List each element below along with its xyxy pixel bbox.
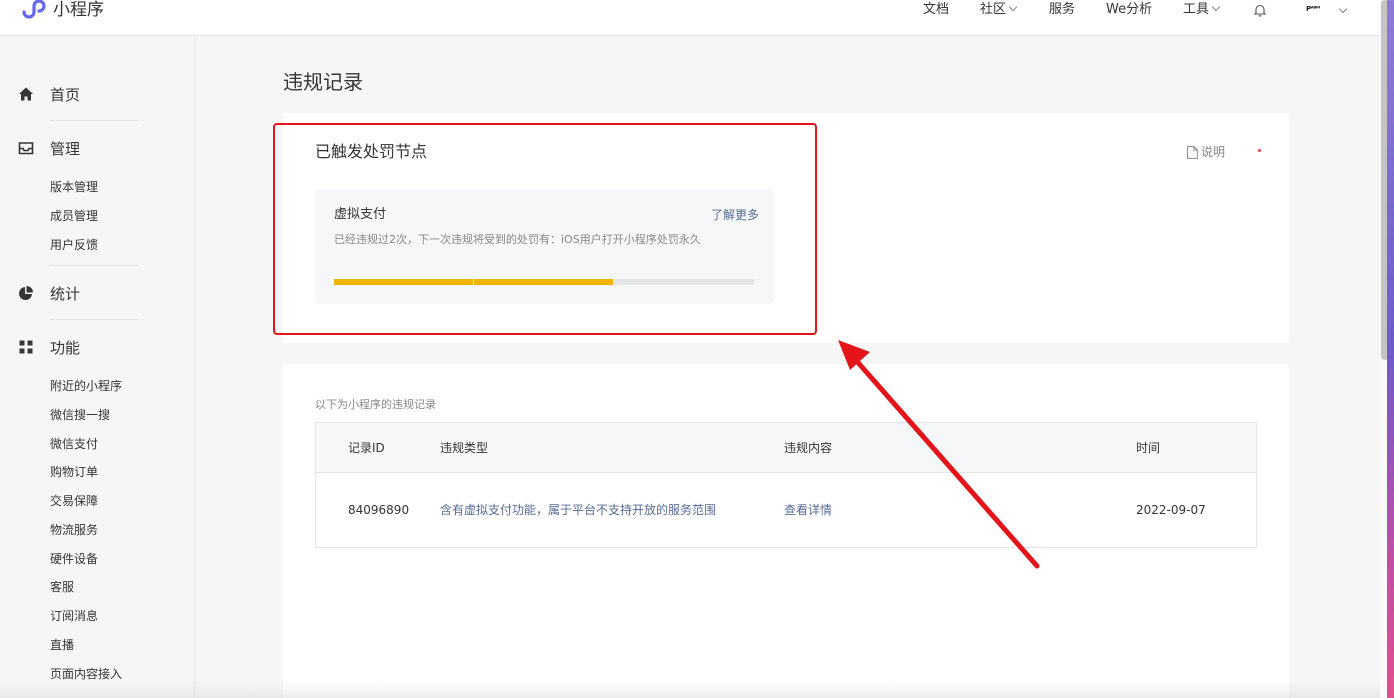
divider (50, 265, 138, 266)
grid-icon (19, 340, 33, 354)
sidebar-item-page-content-access[interactable]: 页面内容接入 (50, 667, 122, 681)
cell-record-id: 84096890 (348, 503, 410, 517)
sidebar-item-wechat-search[interactable]: 微信搜一搜 (50, 408, 110, 422)
view-details-link[interactable]: 查看详情 (784, 502, 832, 518)
sidebar-item-shopping-orders[interactable]: 购物订单 (50, 465, 98, 479)
sidebar-item-transaction-guarantee[interactable]: 交易保障 (50, 494, 98, 508)
sidebar-item-subscription-messages[interactable]: 订阅消息 (50, 609, 98, 623)
top-bar: 小程序 文档 社区 服务 We分析 工具 Pᴬᴵᴵᴹ (0, 0, 1380, 36)
account-chevron-down-icon[interactable] (1338, 4, 1348, 14)
sidebar-item-hardware[interactable]: 硬件设备 (50, 552, 98, 566)
sidebar-item-user-feedback[interactable]: 用户反馈 (50, 238, 98, 252)
explain-link[interactable]: 说明 (1187, 144, 1225, 160)
mini-program-logo-icon[interactable] (20, 0, 46, 22)
cell-time: 2022-09-07 (1136, 503, 1206, 517)
notification-dot (1258, 149, 1261, 152)
column-header-violation-type: 违规类型 (440, 441, 489, 455)
chevron-down-icon (1008, 2, 1018, 12)
app-name[interactable]: 小程序 (53, 0, 104, 21)
bell-icon[interactable] (1253, 3, 1267, 17)
column-header-violation-content: 违规内容 (784, 441, 833, 455)
nav-tools[interactable]: 工具 (1183, 2, 1221, 18)
pie-chart-icon (19, 286, 33, 300)
nav-services[interactable]: 服务 (1049, 2, 1075, 18)
divider (50, 120, 138, 121)
account-name[interactable]: Pᴬᴵᴵᴹ (1306, 5, 1320, 13)
sidebar-item-live[interactable]: 直播 (50, 638, 74, 652)
sidebar-item-member-management[interactable]: 成员管理 (50, 209, 98, 223)
sidebar-item-manage[interactable]: 管理 (18, 136, 80, 160)
sidebar-item-features[interactable]: 功能 (18, 335, 80, 359)
bottom-shade (0, 680, 1380, 698)
chevron-down-icon (1211, 2, 1221, 12)
desktop-background-edge (1387, 0, 1394, 698)
divider (50, 319, 138, 320)
sidebar-item-customer-service[interactable]: 客服 (50, 580, 74, 594)
inbox-icon (18, 142, 34, 155)
sidebar-item-wechat-pay[interactable]: 微信支付 (50, 437, 98, 451)
table-header: 记录ID 违规类型 违规内容 时间 (316, 423, 1256, 473)
sidebar-item-version-management[interactable]: 版本管理 (50, 180, 98, 194)
page-title: 违规记录 (283, 70, 363, 94)
nav-community[interactable]: 社区 (980, 2, 1018, 18)
nav-docs[interactable]: 文档 (923, 2, 949, 18)
cell-violation-type-link[interactable]: 含有虚拟支付功能，属于平台不支持开放的服务范围 (440, 502, 716, 518)
sidebar-item-statistics[interactable]: 统计 (18, 281, 80, 305)
records-note: 以下为小程序的违规记录 (315, 398, 436, 411)
column-header-record-id: 记录ID (348, 441, 385, 455)
annotation-highlight-box (273, 123, 817, 335)
sidebar-item-logistics[interactable]: 物流服务 (50, 523, 98, 537)
violation-records-table: 记录ID 违规类型 违规内容 时间 84096890 含有虚拟支付功能，属于平台… (315, 422, 1257, 548)
home-icon (19, 87, 33, 101)
document-icon (1187, 145, 1198, 159)
annotation-arrow-icon (838, 340, 1040, 569)
nav-we-analysis[interactable]: We分析 (1106, 2, 1152, 18)
sidebar-item-home[interactable]: 首页 (18, 82, 80, 106)
column-header-time: 时间 (1136, 441, 1161, 455)
sidebar-item-nearby-mini-programs[interactable]: 附近的小程序 (50, 379, 122, 393)
